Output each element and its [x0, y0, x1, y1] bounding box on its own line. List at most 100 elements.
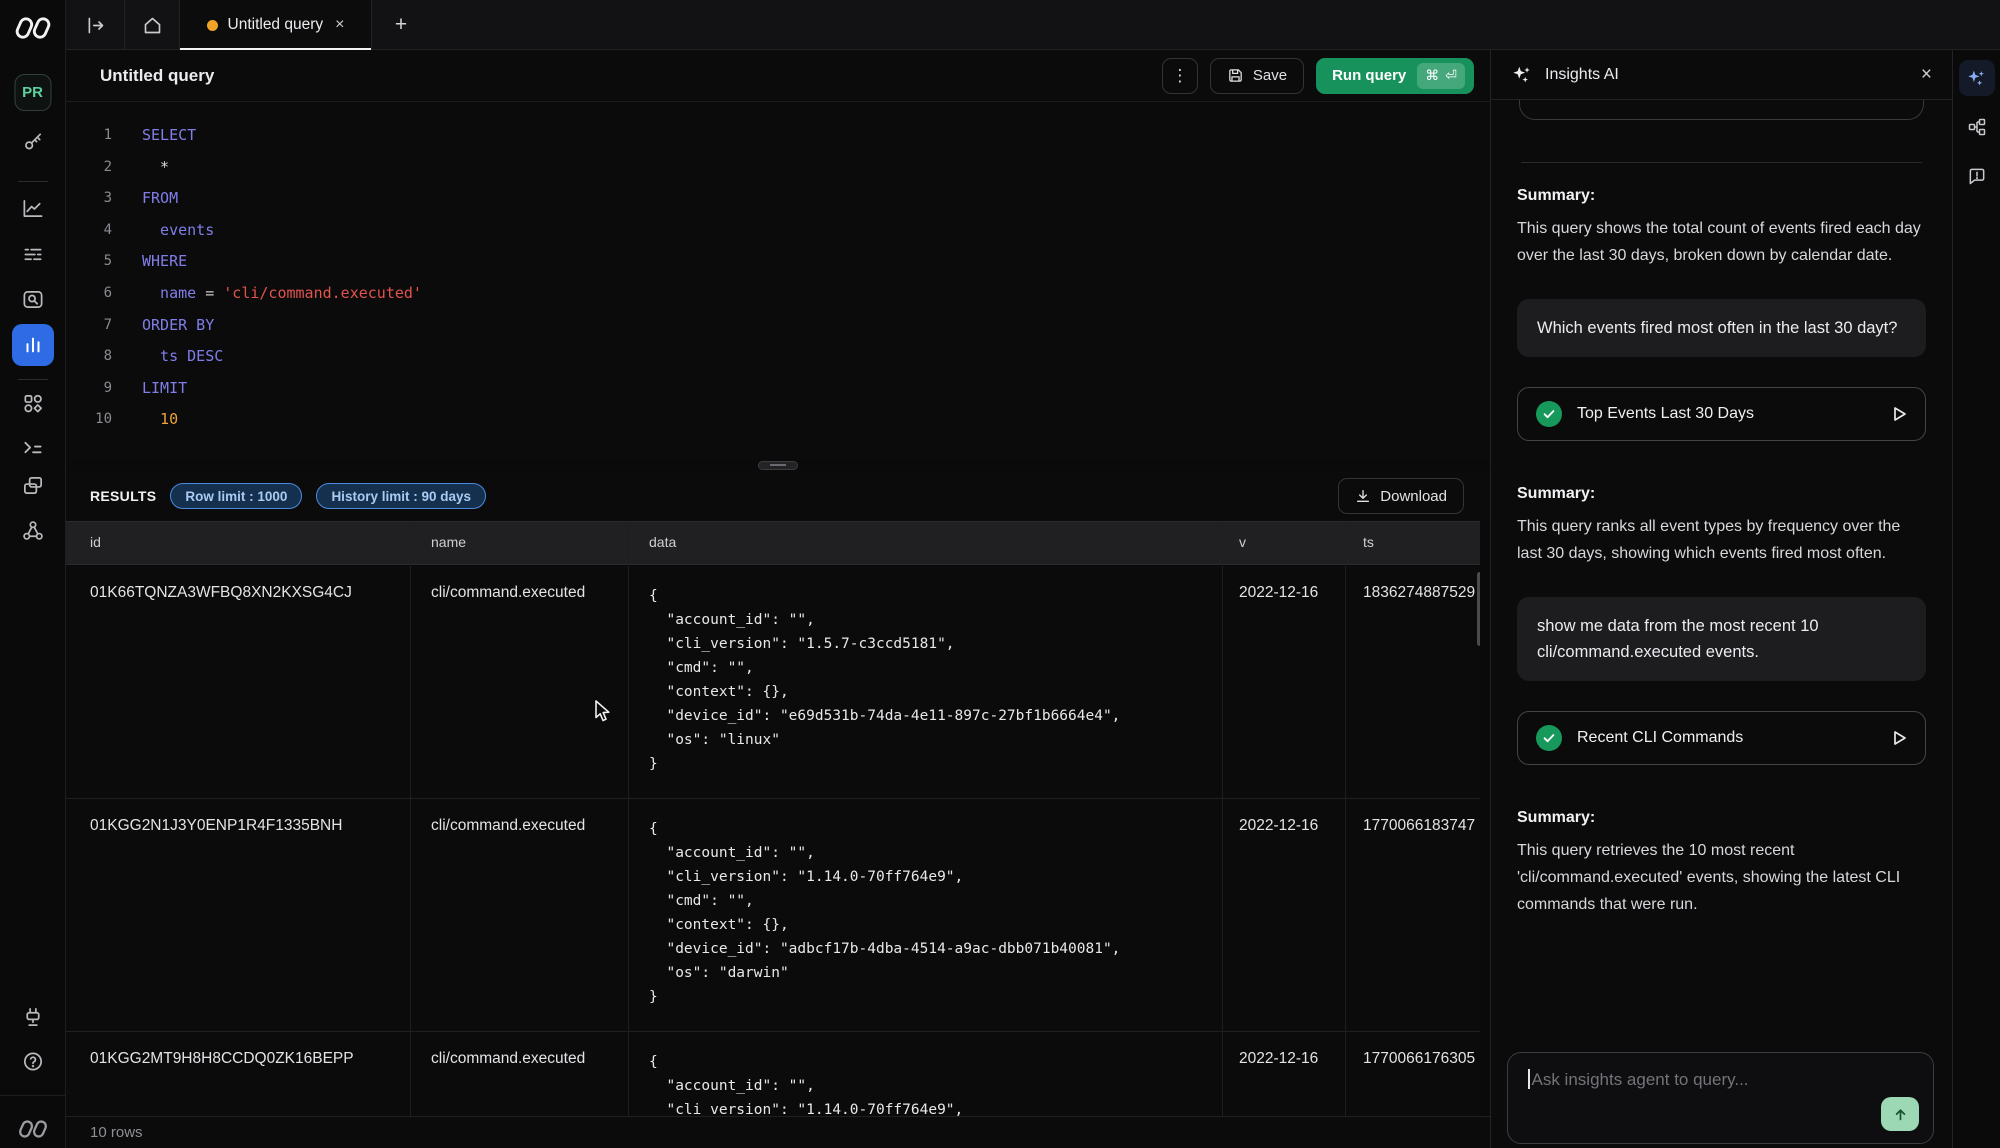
user-message-bubble: show me data from the most recent 10 cli… — [1517, 597, 1926, 681]
plugin-icon[interactable] — [21, 1006, 44, 1029]
insights-input[interactable]: Ask insights agent to query... — [1507, 1052, 1934, 1144]
sparkles-icon — [1511, 64, 1533, 86]
cmd-key-icon: ⌘ — [1425, 67, 1439, 84]
send-button[interactable] — [1881, 1097, 1919, 1131]
cell-ts: 1770066176305 — [1345, 1032, 1480, 1116]
workspace-avatar[interactable]: PR — [14, 74, 51, 111]
cell-name: cli/command.executed — [410, 1032, 628, 1116]
cell-id: 01K66TQNZA3WFBQ8XN2KXSG4CJ — [66, 566, 410, 798]
stream-divider — [1521, 162, 1922, 163]
splitter-handle[interactable] — [758, 461, 798, 470]
editor-line: 8 ts DESC — [66, 341, 1490, 373]
download-button[interactable]: Download — [1338, 478, 1464, 514]
insights-title: Insights AI — [1545, 66, 1619, 84]
table-scrollbar-thumb[interactable] — [1477, 572, 1480, 646]
left-sidebar: PR — [0, 0, 66, 1148]
sql-editor[interactable]: 1SELECT2 *3FROM4 events5WHERE6 name = 'c… — [66, 102, 1490, 460]
editor-line: 6 name = 'cli/command.executed' — [66, 278, 1490, 310]
suggestion-card-partial[interactable] — [1519, 100, 1924, 120]
play-icon[interactable] — [1893, 406, 1907, 422]
editor-line: 7ORDER BY — [66, 310, 1490, 342]
summary-label: Summary: — [1517, 187, 1926, 205]
summary-block: Summary: This query shows the total count… — [1517, 187, 1926, 269]
code-text: * — [142, 152, 169, 184]
integrations-icon[interactable] — [21, 392, 44, 415]
trends-chart-icon[interactable] — [21, 197, 44, 220]
json-value: { "account_id": "", "cli_version": "1.5.… — [649, 584, 1212, 776]
insights-ai-tab-icon[interactable] — [1959, 60, 1995, 96]
column-header-data[interactable]: data — [628, 522, 1222, 564]
cell-v: 2022-12-16 — [1222, 1032, 1345, 1116]
editor-lines: 1SELECT2 *3FROM4 events5WHERE6 name = 'c… — [66, 120, 1490, 436]
row-limit-badge[interactable]: Row limit : 1000 — [170, 483, 302, 509]
panel-splitter — [66, 459, 1490, 471]
line-number: 5 — [66, 246, 112, 278]
query-title: Untitled query — [100, 66, 214, 86]
sessions-windows-icon[interactable] — [21, 474, 44, 497]
webhooks-icon[interactable] — [21, 519, 44, 542]
table-row[interactable]: 01K66TQNZA3WFBQ8XN2KXSG4CJcli/command.ex… — [66, 566, 1480, 799]
code-text: name = 'cli/command.executed' — [142, 278, 422, 310]
sidebar-divider — [18, 379, 48, 380]
editor-line: 10 10 — [66, 404, 1490, 436]
column-header-id[interactable]: id — [66, 522, 410, 564]
event-list-icon[interactable] — [21, 242, 44, 265]
query-page-icon[interactable] — [12, 324, 54, 366]
terminal-icon[interactable] — [21, 436, 44, 459]
column-header-v[interactable]: v — [1222, 522, 1345, 564]
home-icon[interactable] — [125, 0, 180, 50]
api-keys-icon[interactable] — [21, 130, 44, 153]
new-tab-button[interactable]: + — [372, 0, 430, 50]
line-number: 7 — [66, 310, 112, 342]
user-message-bubble: Which events fired most often in the las… — [1517, 299, 1926, 357]
tab-bar: Untitled query × + — [66, 0, 2000, 50]
table-header: idnamedatavts — [66, 521, 1480, 565]
summary-text: This query shows the total count of even… — [1517, 215, 1926, 269]
cell-data: { "account_id": "", "cli_version": "1.14… — [628, 799, 1222, 1031]
editor-line: 9LIMIT — [66, 373, 1490, 405]
tab-untitled-query[interactable]: Untitled query × — [180, 0, 372, 50]
suggestion-title: Top Events Last 30 Days — [1577, 405, 1754, 423]
column-header-name[interactable]: name — [410, 522, 628, 564]
text-caret — [1528, 1069, 1530, 1089]
column-header-ts[interactable]: ts — [1345, 522, 1480, 564]
cell-name: cli/command.executed — [410, 566, 628, 798]
cell-ts: 1770066183747 — [1345, 799, 1480, 1031]
save-button[interactable]: Save — [1210, 58, 1304, 94]
code-text: WHERE — [142, 246, 187, 278]
play-icon[interactable] — [1893, 730, 1907, 746]
app-root: PR — [0, 0, 2000, 1148]
cell-id: 01KGG2N1J3Y0ENP1R4F1335BNH — [66, 799, 410, 1031]
history-limit-badge[interactable]: History limit : 90 days — [316, 483, 486, 509]
suggestion-card[interactable]: Top Events Last 30 Days — [1517, 387, 1926, 441]
app-logo-icon — [12, 14, 54, 42]
query-menu-button[interactable]: ⋮ — [1162, 58, 1198, 94]
explore-search-icon[interactable] — [21, 288, 44, 311]
table-body: 01K66TQNZA3WFBQ8XN2KXSG4CJcli/command.ex… — [66, 566, 1480, 1116]
tab-label: Untitled query — [228, 16, 324, 34]
suggestion-card[interactable]: Recent CLI Commands — [1517, 711, 1926, 765]
json-value: { "account_id": "", "cli_version": "1.14… — [649, 1050, 1212, 1116]
cell-name: cli/command.executed — [410, 799, 628, 1031]
panel-expand-icon[interactable] — [66, 0, 125, 50]
line-number: 10 — [66, 404, 112, 436]
code-text: FROM — [142, 183, 178, 215]
insights-close-icon[interactable]: × — [1921, 64, 1932, 86]
schema-tree-icon[interactable] — [1959, 109, 1995, 145]
summary-block: Summary:This query retrieves the 10 most… — [1517, 809, 1926, 918]
code-text: ts DESC — [142, 341, 223, 373]
cell-v: 2022-12-16 — [1222, 799, 1345, 1031]
code-text: SELECT — [142, 120, 196, 152]
help-icon[interactable] — [21, 1050, 44, 1073]
cell-id: 01KGG2MT9H8H8CCDQ0ZK16BEPP — [66, 1032, 410, 1116]
line-number: 3 — [66, 183, 112, 215]
cell-data: { "account_id": "", "cli_version": "1.5.… — [628, 566, 1222, 798]
run-shortcut-badge: ⌘⏎ — [1417, 63, 1465, 89]
feedback-icon[interactable] — [1959, 158, 1995, 194]
tab-close-icon[interactable]: × — [335, 16, 344, 34]
table-row[interactable]: 01KGG2MT9H8H8CCDQ0ZK16BEPPcli/command.ex… — [66, 1032, 1480, 1116]
check-icon — [1536, 725, 1562, 751]
table-row[interactable]: 01KGG2N1J3Y0ENP1R4F1335BNHcli/command.ex… — [66, 799, 1480, 1032]
run-query-button[interactable]: Run query ⌘⏎ — [1316, 58, 1474, 94]
right-icon-strip — [1952, 50, 2000, 1148]
